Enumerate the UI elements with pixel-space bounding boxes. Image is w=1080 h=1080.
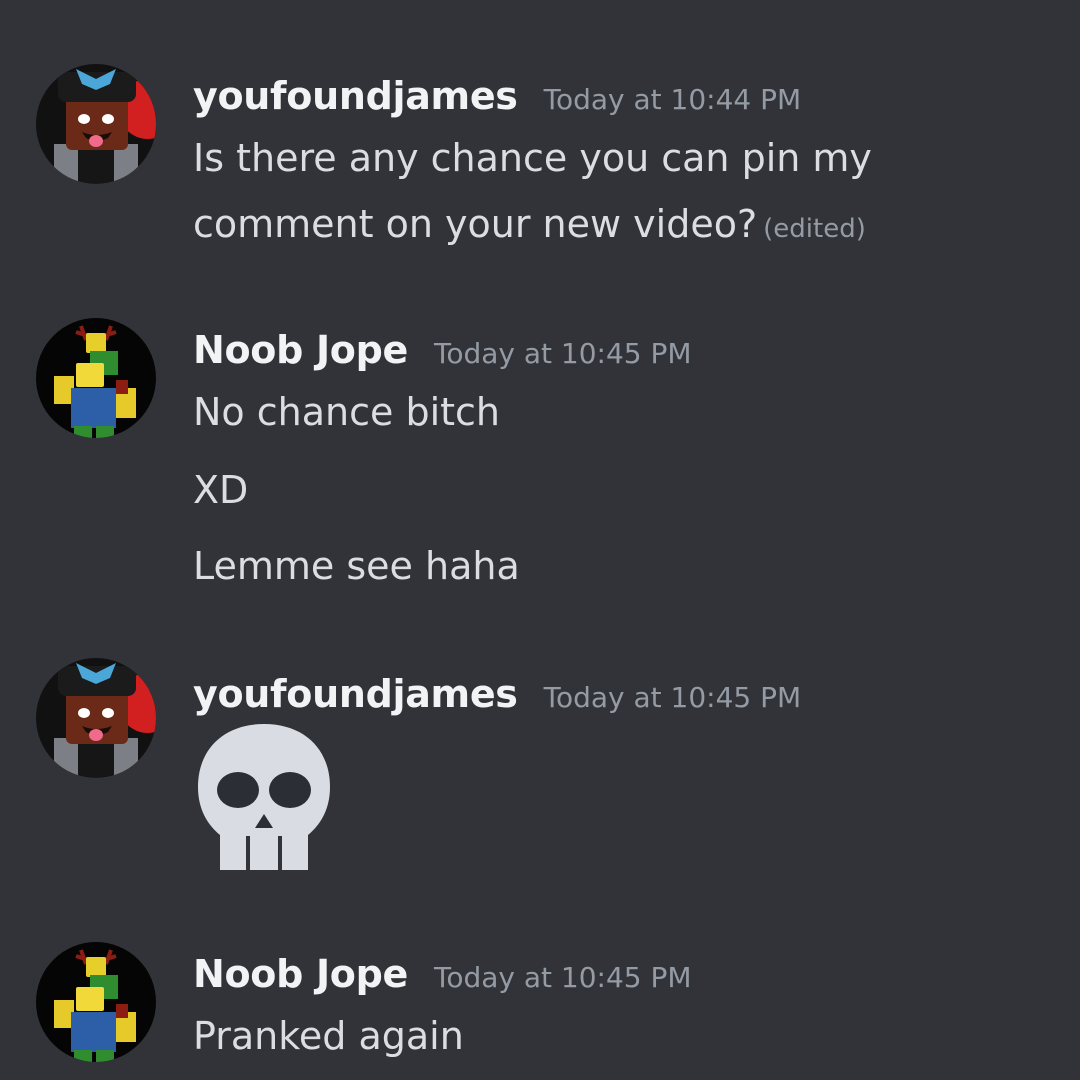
- username[interactable]: Noob Jope: [193, 952, 408, 996]
- message-text-segment: comment on your new video?: [193, 202, 758, 246]
- message-header: Noob Jope Today at 10:45 PM: [193, 328, 692, 388]
- avatar[interactable]: [36, 318, 156, 438]
- timestamp[interactable]: Today at 10:45 PM: [434, 961, 692, 994]
- edited-label: (edited): [763, 214, 866, 244]
- message-group: youfoundjames Today at 10:45 PM: [0, 656, 1080, 886]
- message-text: Pranked again: [193, 1014, 464, 1058]
- message-group: youfoundjames Today at 10:44 PM Is there…: [0, 62, 1080, 282]
- avatar[interactable]: [36, 942, 156, 1062]
- username[interactable]: youfoundjames: [193, 74, 518, 118]
- message-text: XD: [193, 468, 249, 512]
- message-header: youfoundjames Today at 10:44 PM: [193, 74, 801, 134]
- timestamp[interactable]: Today at 10:45 PM: [434, 337, 692, 370]
- message-header: Noob Jope Today at 10:45 PM: [193, 952, 692, 1012]
- message-text: Lemme see haha: [193, 544, 520, 588]
- message-group: Noob Jope Today at 10:45 PM No chance bi…: [0, 316, 1080, 616]
- message-header: youfoundjames Today at 10:45 PM: [193, 672, 801, 732]
- username[interactable]: youfoundjames: [193, 672, 518, 716]
- youfoundjames-avatar-icon: [36, 658, 156, 778]
- noob-jope-avatar-icon: [36, 942, 156, 1062]
- noob-jope-avatar-icon: [36, 318, 156, 438]
- youfoundjames-avatar-icon: [36, 64, 156, 184]
- message-text: Is there any chance you can pin my: [193, 136, 872, 180]
- message-text: No chance bitch: [193, 390, 501, 434]
- timestamp[interactable]: Today at 10:44 PM: [544, 83, 802, 116]
- chat-messages: youfoundjames Today at 10:44 PM Is there…: [0, 0, 1080, 1080]
- message-group: Noob Jope Today at 10:45 PM Pranked agai…: [0, 940, 1080, 1080]
- message-text: comment on your new video? (edited): [193, 202, 866, 246]
- skull-emoji-icon: [196, 724, 332, 874]
- avatar[interactable]: [36, 64, 156, 184]
- avatar[interactable]: [36, 658, 156, 778]
- username[interactable]: Noob Jope: [193, 328, 408, 372]
- timestamp[interactable]: Today at 10:45 PM: [544, 681, 802, 714]
